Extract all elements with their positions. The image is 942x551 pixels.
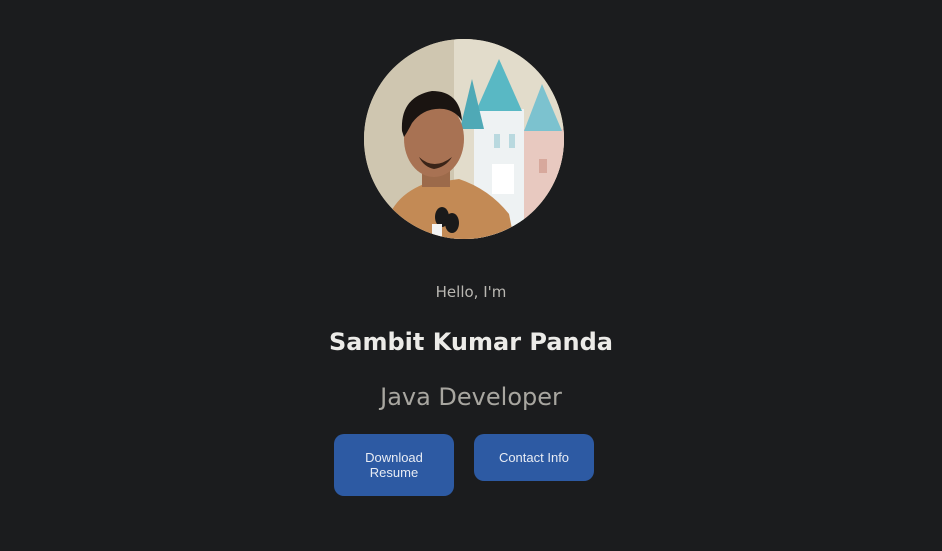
contact-info-button[interactable]: Contact Info: [474, 434, 594, 481]
download-resume-button[interactable]: Download Resume: [334, 434, 454, 496]
greeting-text: Hello, I'm: [435, 283, 507, 301]
profile-avatar: [364, 39, 564, 239]
profile-photo-icon: [364, 39, 564, 239]
page: Hello, I'm Sambit Kumar Panda Java Devel…: [0, 0, 942, 551]
person-name: Sambit Kumar Panda: [329, 328, 613, 356]
job-title: Java Developer: [380, 383, 562, 411]
